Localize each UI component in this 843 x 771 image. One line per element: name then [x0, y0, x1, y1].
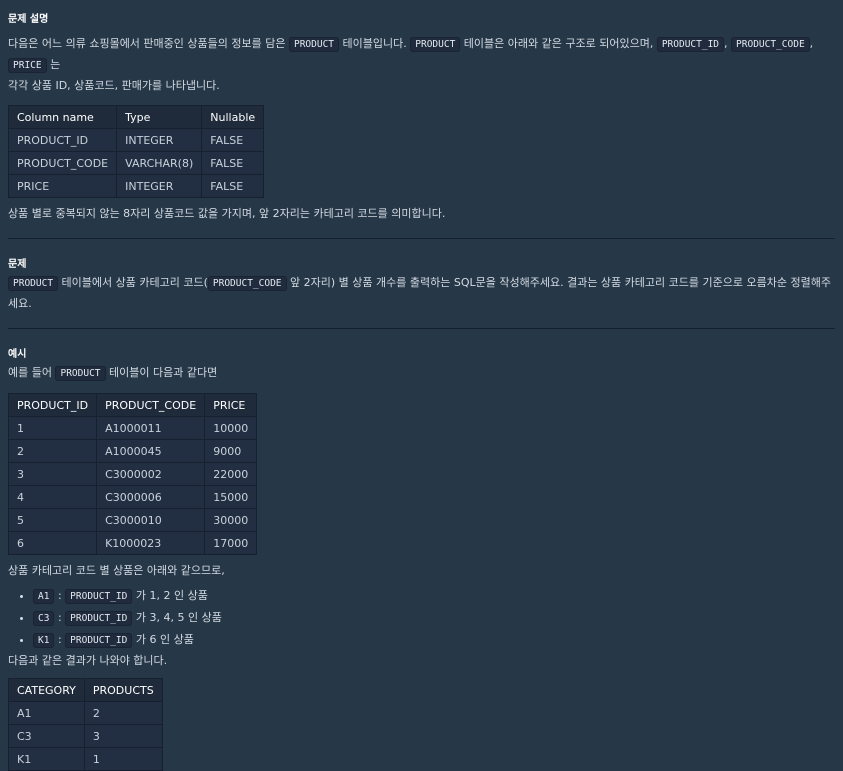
table-cell: 2 — [83, 701, 163, 725]
description-heading: 문제 설명 — [8, 13, 49, 25]
result-table: CATEGORY PRODUCTS A1 2 C3 3 K1 1 — [8, 678, 163, 771]
table-cell: 3 — [83, 724, 163, 748]
table-cell: 9000 — [204, 439, 258, 463]
table-cell: K1000023 — [96, 531, 206, 555]
table-cell: FALSE — [201, 151, 265, 175]
table-header-row: PRODUCT_ID PRODUCT_CODE PRICE — [7, 393, 258, 417]
table-row: 1 A1000011 10000 — [7, 416, 258, 440]
list-item: A1 : PRODUCT_ID 가 1, 2 인 상품 — [33, 585, 835, 607]
table-header-cell: PRODUCT_ID — [7, 393, 98, 417]
table-cell: 2 — [7, 439, 98, 463]
table-row: 2 A1000045 9000 — [7, 439, 258, 463]
table-cell: PRICE — [7, 174, 118, 198]
table-cell: 10000 — [204, 416, 258, 440]
table-row: 4 C3000006 15000 — [7, 485, 258, 509]
code-product: PRODUCT — [288, 37, 340, 52]
code-category: A1 — [33, 589, 55, 604]
table-cell: C3 — [8, 724, 85, 748]
code-product: PRODUCT — [410, 37, 461, 52]
table-cell: FALSE — [201, 174, 265, 198]
table-cell: A1000011 — [96, 416, 206, 440]
table-row: A1 2 — [8, 701, 163, 725]
code-category: K1 — [33, 633, 55, 648]
code-product-id: PRODUCT_ID — [65, 589, 133, 604]
table-header-cell: PRODUCT_CODE — [96, 393, 206, 417]
description-paragraph: 다음은 어느 의류 쇼핑몰에서 판매중인 상품들의 정보를 담은 PRODUCT… — [8, 37, 814, 92]
example-heading: 예시 — [8, 348, 27, 360]
table-cell: A1000045 — [96, 439, 206, 463]
schema-table: Column name Type Nullable PRODUCT_ID INT… — [7, 105, 265, 198]
table-header-cell: PRODUCTS — [83, 678, 163, 702]
table-header-row: Column name Type Nullable — [7, 105, 265, 129]
table-cell: 4 — [7, 485, 98, 509]
table-cell: A1 — [8, 701, 85, 725]
problem-heading: 문제 — [8, 258, 27, 270]
code-product: PRODUCT — [8, 276, 59, 291]
table-row: PRICE INTEGER FALSE — [7, 174, 265, 198]
example-intro: 예를 들어 PRODUCT 테이블이 다음과 같다면 — [8, 366, 218, 381]
table-cell: PRODUCT_CODE — [7, 151, 118, 175]
table-cell: INTEGER — [116, 128, 203, 152]
list-item: C3 : PRODUCT_ID 가 3, 4, 5 인 상품 — [33, 607, 835, 629]
category-list: A1 : PRODUCT_ID 가 1, 2 인 상품 C3 : PRODUCT… — [8, 585, 835, 651]
table-cell: 17000 — [204, 531, 258, 555]
table-header-cell: PRICE — [204, 393, 258, 417]
table-cell: 22000 — [204, 462, 258, 486]
table-row: 6 K1000023 17000 — [7, 531, 258, 555]
table-cell: C3000010 — [96, 508, 206, 532]
table-row: PRODUCT_CODE VARCHAR(8) FALSE — [7, 151, 265, 175]
table-header-cell: Column name — [7, 105, 118, 129]
table-cell: 1 — [83, 747, 163, 771]
table-cell: K1 — [8, 747, 85, 771]
code-product: PRODUCT — [55, 366, 106, 381]
code-product-code: PRODUCT_CODE — [207, 276, 287, 291]
table-cell: 15000 — [204, 485, 258, 509]
problem-paragraph: PRODUCT 테이블에서 상품 카테고리 코드(PRODUCT_CODE 앞 … — [8, 276, 831, 310]
table-row: PRODUCT_ID INTEGER FALSE — [7, 128, 265, 152]
table-row: 5 C3000010 30000 — [7, 508, 258, 532]
description-note: 상품 별로 중복되지 않는 8자리 상품코드 값을 가지며, 앞 2자리는 카테… — [8, 207, 446, 220]
table-header-cell: CATEGORY — [8, 678, 85, 702]
table-cell: C3000002 — [96, 462, 206, 486]
product-table: PRODUCT_ID PRODUCT_CODE PRICE 1 A1000011… — [7, 393, 258, 555]
code-price: PRICE — [8, 58, 47, 73]
table-row: K1 1 — [8, 747, 163, 771]
category-intro: 상품 카테고리 코드 별 상품은 아래와 같으므로, — [8, 564, 225, 577]
table-cell: C3000006 — [96, 485, 206, 509]
table-row: 3 C3000002 22000 — [7, 462, 258, 486]
code-category: C3 — [33, 611, 55, 626]
table-cell: PRODUCT_ID — [7, 128, 118, 152]
table-header-cell: Nullable — [201, 105, 265, 129]
table-cell: 30000 — [204, 508, 258, 532]
code-product-id: PRODUCT_ID — [656, 37, 725, 52]
table-header-row: CATEGORY PRODUCTS — [8, 678, 163, 702]
code-product-id: PRODUCT_ID — [65, 611, 133, 626]
table-cell: VARCHAR(8) — [116, 151, 203, 175]
table-cell: 3 — [7, 462, 98, 486]
table-row: C3 3 — [8, 724, 163, 748]
table-cell: 6 — [7, 531, 98, 555]
table-cell: 1 — [7, 416, 98, 440]
table-header-cell: Type — [116, 105, 203, 129]
code-product-code: PRODUCT_CODE — [731, 37, 810, 52]
result-intro: 다음과 같은 결과가 나와야 합니다. — [8, 654, 168, 667]
list-item: K1 : PRODUCT_ID 가 6 인 상품 — [33, 629, 835, 651]
table-cell: 5 — [7, 508, 98, 532]
table-cell: FALSE — [201, 128, 265, 152]
table-cell: INTEGER — [116, 174, 203, 198]
code-product-id: PRODUCT_ID — [65, 633, 133, 648]
